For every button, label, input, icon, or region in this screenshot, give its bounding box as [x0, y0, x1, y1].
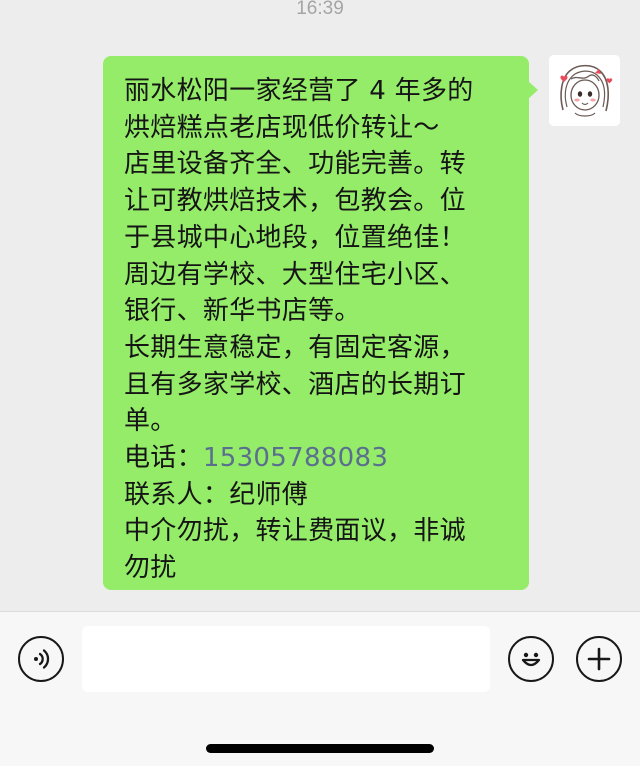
message-line: 于县城中心地段，位置绝佳！ — [124, 222, 466, 253]
message-line: 丽水松阳一家经营了 4 年多的 — [124, 76, 474, 106]
plus-icon — [587, 647, 611, 671]
message-line: 让可教烘焙技术，包教会。位 — [124, 186, 466, 217]
message-line: 周边有学校、大型住宅小区、 — [124, 259, 466, 290]
phone-line: 电话：15305788083 — [124, 440, 511, 477]
message-line: 银行、新华书店等。 — [124, 296, 361, 327]
sender-avatar[interactable] — [549, 55, 620, 126]
message-bubble-tail — [528, 81, 538, 99]
voice-icon — [34, 649, 50, 669]
message-line: 店里设备齐全、功能完善。转 — [124, 149, 466, 180]
more-button[interactable] — [576, 636, 622, 682]
emoji-button[interactable] — [508, 636, 554, 682]
home-indicator[interactable] — [206, 744, 434, 753]
message-line: 中介勿扰，转让费面议，非诚 — [124, 516, 466, 547]
message-text-input[interactable] — [82, 626, 490, 692]
message-line: 长期生意稳定，有固定客源， — [124, 332, 466, 363]
emoji-icon — [521, 652, 541, 667]
phone-number-link[interactable]: 15305788083 — [203, 443, 388, 473]
phone-label: 电话： — [124, 443, 203, 474]
voice-button[interactable] — [18, 636, 64, 682]
message-line: 单。 — [124, 406, 177, 437]
avatar-illustration — [549, 55, 620, 126]
message-line: 勿扰 — [124, 553, 177, 584]
chat-timestamp: 16:39 — [296, 0, 344, 19]
contact-line: 联系人：纪师傅 — [124, 479, 309, 510]
message-bubble[interactable]: 丽水松阳一家经营了 4 年多的 烘焙糕点老店现低价转让～ 店里设备齐全、功能完善… — [103, 56, 529, 590]
message-line: 烘焙糕点老店现低价转让～ — [124, 112, 440, 143]
message-line: 且有多家学校、酒店的长期订 — [124, 369, 466, 400]
